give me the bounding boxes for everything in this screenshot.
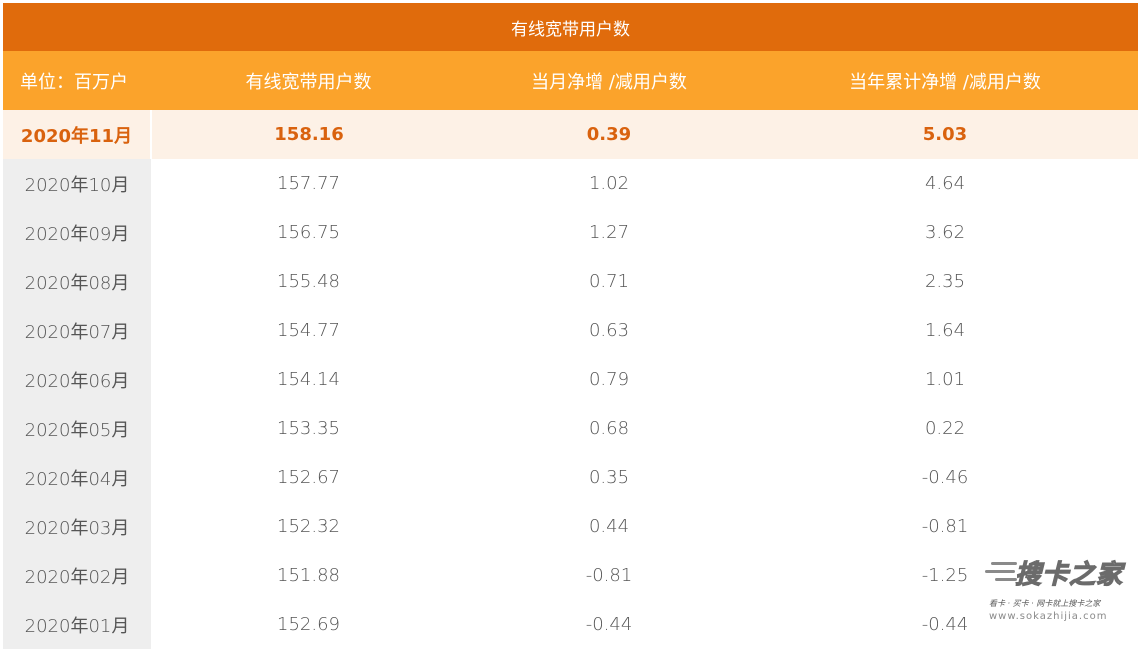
cell-month: 2020年01月 xyxy=(3,600,151,649)
table-row: 2020年11月 158.16 0.39 5.03 xyxy=(3,110,1138,159)
watermark: 搜卡之家 看卡 · 买卡 · 网卡就上搜卡之家 www.sokazhijia.c… xyxy=(985,548,1135,628)
cell-month: 2020年05月 xyxy=(3,404,151,453)
table-row: 2020年04月 152.67 0.35 -0.46 xyxy=(3,453,1138,502)
broadband-users-table: 有线宽带用户数 单位：百万户 有线宽带用户数 当月净增 /减用户数 当年累计净增… xyxy=(3,3,1138,649)
cell-month: 2020年06月 xyxy=(3,355,151,404)
cell-users: 158.16 xyxy=(151,110,466,159)
watermark-logo: 搜卡之家 xyxy=(1014,559,1124,590)
table-row: 2020年01月 152.69 -0.44 -0.44 xyxy=(3,600,1138,649)
table-row: 2020年02月 151.88 -0.81 -1.25 xyxy=(3,551,1138,600)
watermark-tagline: 看卡 · 买卡 · 网卡就上搜卡之家 xyxy=(989,599,1101,608)
cell-monthly-net: 0.39 xyxy=(466,110,752,159)
cell-users: 151.88 xyxy=(277,565,340,586)
table-row: 2020年06月 154.14 0.79 1.01 xyxy=(3,355,1138,404)
cell-month: 2020年03月 xyxy=(3,502,151,551)
cell-monthly-net: 1.27 xyxy=(588,222,630,243)
cell-monthly-net: 0.79 xyxy=(588,369,630,390)
table-header-row: 单位：百万户 有线宽带用户数 当月净增 /减用户数 当年累计净增 /减用户数 xyxy=(3,51,1138,110)
cell-month: 2020年07月 xyxy=(3,306,151,355)
cell-month: 2020年08月 xyxy=(3,257,151,306)
cell-users: 153.35 xyxy=(277,418,340,439)
cell-monthly-net: 0.44 xyxy=(588,516,630,537)
cell-users: 152.69 xyxy=(277,614,340,635)
cell-monthly-net: -0.44 xyxy=(585,614,633,635)
cell-month: 2020年04月 xyxy=(3,453,151,502)
table-row: 2020年03月 152.32 0.44 -0.81 xyxy=(3,502,1138,551)
cell-ytd-net: 1.01 xyxy=(924,369,966,390)
header-unit: 单位：百万户 xyxy=(3,51,151,110)
cell-users: 155.48 xyxy=(277,271,340,292)
table-row: 2020年10月 157.77 1.02 4.64 xyxy=(3,159,1138,208)
cell-month: 2020年09月 xyxy=(3,208,151,257)
cell-monthly-net: 0.63 xyxy=(588,320,630,341)
watermark-url: www.sokazhijia.com xyxy=(989,611,1108,622)
cell-users: 157.77 xyxy=(277,173,340,194)
cell-month: 2020年02月 xyxy=(3,551,151,600)
cell-month: 2020年11月 xyxy=(3,110,152,159)
header-monthly-net: 当月净增 /减用户数 xyxy=(466,51,752,110)
cell-ytd-net: 1.64 xyxy=(924,320,966,341)
cell-ytd-net: -0.46 xyxy=(921,467,969,488)
cell-users: 152.67 xyxy=(277,467,340,488)
cell-monthly-net: 1.02 xyxy=(588,173,630,194)
cell-ytd-net: 3.62 xyxy=(924,222,966,243)
table-title: 有线宽带用户数 xyxy=(3,3,1138,51)
cell-users: 152.32 xyxy=(277,516,340,537)
cell-users: 154.14 xyxy=(277,369,340,390)
cell-month: 2020年10月 xyxy=(3,159,151,208)
cell-monthly-net: 0.71 xyxy=(588,271,630,292)
cell-ytd-net: 0.22 xyxy=(924,418,966,439)
cell-ytd-net: 2.35 xyxy=(924,271,966,292)
page: 有线宽带用户数 单位：百万户 有线宽带用户数 当月净增 /减用户数 当年累计净增… xyxy=(0,0,1142,657)
cell-ytd-net: 4.64 xyxy=(924,173,966,194)
cell-ytd-net: 5.03 xyxy=(752,110,1138,159)
table-title-row: 有线宽带用户数 xyxy=(3,3,1138,51)
header-users: 有线宽带用户数 xyxy=(151,51,466,110)
cell-ytd-net: -0.81 xyxy=(921,516,969,537)
cell-monthly-net: 0.35 xyxy=(588,467,630,488)
table-row: 2020年07月 154.77 0.63 1.64 xyxy=(3,306,1138,355)
table-row: 2020年05月 153.35 0.68 0.22 xyxy=(3,404,1138,453)
cell-users: 156.75 xyxy=(277,222,340,243)
cell-monthly-net: 0.68 xyxy=(588,418,630,439)
cell-monthly-net: -0.81 xyxy=(585,565,633,586)
table-row: 2020年09月 156.75 1.27 3.62 xyxy=(3,208,1138,257)
header-ytd-net: 当年累计净增 /减用户数 xyxy=(752,51,1138,110)
table-row: 2020年08月 155.48 0.71 2.35 xyxy=(3,257,1138,306)
cell-users: 154.77 xyxy=(277,320,340,341)
